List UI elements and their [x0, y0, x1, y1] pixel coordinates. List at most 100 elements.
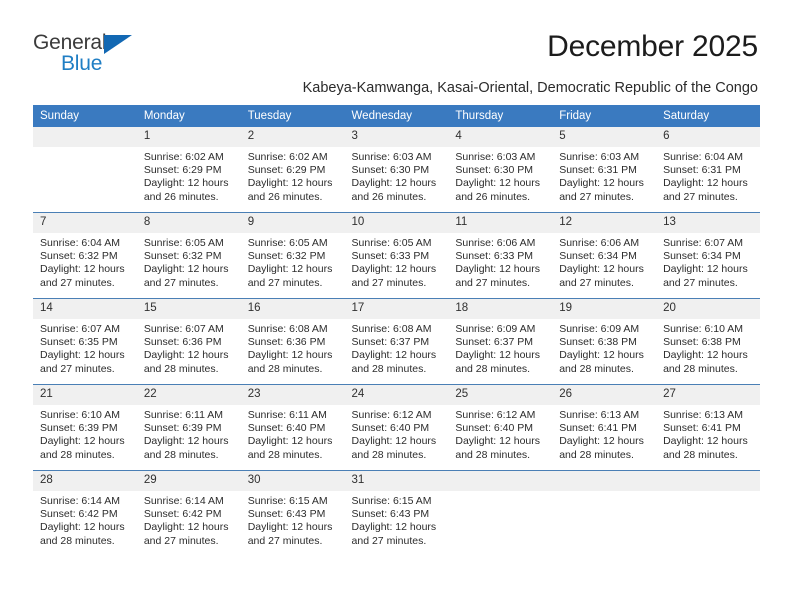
day-number: 2: [240, 127, 345, 147]
calendar-day-cell[interactable]: 13 Sunrise: 6:07 AM Sunset: 6:34 PM Dayligh…: [656, 212, 760, 299]
daylight-duration-line1: Daylight: 12 hours: [247, 177, 333, 190]
day-number: 4: [448, 127, 553, 147]
calendar-day-cell[interactable]: 30 Sunrise: 6:15 AM Sunset: 6:43 PM Dayligh…: [240, 470, 345, 556]
calendar-day-cell[interactable]: 25 Sunrise: 6:12 AM Sunset: 6:40 PM Dayligh…: [448, 384, 553, 471]
daylight-duration-line1: Daylight: 12 hours: [455, 263, 541, 276]
day-details: Sunrise: 6:05 AM Sunset: 6:32 PM Daylight:…: [241, 233, 345, 298]
daylight-duration-line2: and 26 minutes.: [247, 190, 323, 203]
day-details: Sunrise: 6:05 AM Sunset: 6:32 PM Daylight:…: [137, 233, 241, 298]
calendar-day-cell[interactable]: 26 Sunrise: 6:13 AM Sunset: 6:41 PM Dayligh…: [552, 384, 657, 471]
calendar-cell-inner: [552, 471, 657, 556]
sunset-time: Sunset: 6:29 PM: [247, 164, 326, 177]
calendar-cell-inner: 31 Sunrise: 6:15 AM Sunset: 6:43 PM Dayligh…: [344, 471, 449, 556]
calendar-cell-inner: 19 Sunrise: 6:09 AM Sunset: 6:38 PM Dayligh…: [552, 299, 657, 384]
sunset-time: Sunset: 6:41 PM: [559, 422, 637, 435]
daylight-duration-line1: Daylight: 12 hours: [143, 435, 229, 448]
calendar-day-cell[interactable]: 1 Sunrise: 6:02 AM Sunset: 6:29 PM Daylight…: [136, 127, 241, 213]
calendar-day-cell[interactable]: 11 Sunrise: 6:06 AM Sunset: 6:33 PM Dayligh…: [448, 212, 553, 299]
calendar-cell-inner: 7 Sunrise: 6:04 AM Sunset: 6:32 PM Daylight…: [33, 213, 137, 298]
calendar-day-cell[interactable]: 16 Sunrise: 6:08 AM Sunset: 6:36 PM Dayligh…: [240, 298, 345, 385]
calendar-day-cell[interactable]: 10 Sunrise: 6:05 AM Sunset: 6:33 PM Dayligh…: [344, 212, 449, 299]
sunset-time: Sunset: 6:39 PM: [40, 422, 118, 435]
day-number: [656, 471, 760, 491]
day-details: Sunrise: 6:05 AM Sunset: 6:33 PM Daylight:…: [345, 233, 449, 298]
day-details: Sunrise: 6:03 AM Sunset: 6:30 PM Daylight:…: [448, 147, 552, 212]
daylight-duration-line2: and 28 minutes.: [455, 362, 531, 375]
calendar-day-cell[interactable]: 29 Sunrise: 6:14 AM Sunset: 6:42 PM Dayligh…: [136, 470, 241, 556]
calendar-day-cell[interactable]: 17 Sunrise: 6:08 AM Sunset: 6:37 PM Dayligh…: [344, 298, 449, 385]
day-details: Sunrise: 6:06 AM Sunset: 6:34 PM Daylight:…: [552, 233, 656, 298]
day-number: 25: [448, 385, 553, 405]
sunset-time: Sunset: 6:31 PM: [663, 164, 741, 177]
sunrise-time: Sunrise: 6:15 AM: [247, 495, 328, 507]
sunset-time: Sunset: 6:32 PM: [247, 250, 326, 263]
calendar-empty-cell: [33, 127, 137, 213]
calendar-day-cell[interactable]: 18 Sunrise: 6:09 AM Sunset: 6:37 PM Dayligh…: [448, 298, 553, 385]
generalblue-logo[interactable]: General Blue: [33, 32, 153, 74]
day-details: Sunrise: 6:03 AM Sunset: 6:31 PM Daylight:…: [552, 147, 656, 212]
calendar-cell-inner: [448, 471, 553, 556]
day-details: Sunrise: 6:14 AM Sunset: 6:42 PM Daylight:…: [33, 491, 137, 556]
daylight-duration-line1: Daylight: 12 hours: [559, 349, 644, 362]
calendar-cell-inner: 3 Sunrise: 6:03 AM Sunset: 6:30 PM Daylight…: [344, 127, 449, 212]
day-number: 30: [240, 471, 345, 491]
day-number: 26: [552, 385, 657, 405]
calendar-page: General Blue December 2025 Kabeya-Kamwan…: [0, 0, 792, 612]
calendar-cell-inner: [33, 127, 137, 212]
calendar-day-cell[interactable]: 9 Sunrise: 6:05 AM Sunset: 6:32 PM Daylight…: [240, 212, 345, 299]
calendar-day-cell[interactable]: 14 Sunrise: 6:07 AM Sunset: 6:35 PM Dayligh…: [33, 298, 137, 385]
daylight-duration-line1: Daylight: 12 hours: [40, 263, 125, 276]
sunset-time: Sunset: 6:42 PM: [40, 508, 118, 521]
calendar-cell-inner: 21 Sunrise: 6:10 AM Sunset: 6:39 PM Dayligh…: [33, 385, 137, 470]
calendar-day-cell[interactable]: 31 Sunrise: 6:15 AM Sunset: 6:43 PM Dayligh…: [344, 470, 449, 556]
daylight-duration-line2: and 26 minutes.: [143, 190, 219, 203]
sunset-time: Sunset: 6:34 PM: [663, 250, 741, 263]
calendar-day-cell[interactable]: 5 Sunrise: 6:03 AM Sunset: 6:31 PM Daylight…: [552, 127, 657, 213]
daylight-duration-line1: Daylight: 12 hours: [143, 263, 229, 276]
sunset-time: Sunset: 6:33 PM: [351, 250, 430, 263]
sunset-time: Sunset: 6:40 PM: [351, 422, 430, 435]
calendar-day-cell[interactable]: 2 Sunrise: 6:02 AM Sunset: 6:29 PM Daylight…: [240, 127, 345, 213]
calendar-day-cell[interactable]: 6 Sunrise: 6:04 AM Sunset: 6:31 PM Daylight…: [656, 127, 760, 213]
daylight-duration-line1: Daylight: 12 hours: [351, 263, 437, 276]
calendar-day-cell[interactable]: 3 Sunrise: 6:03 AM Sunset: 6:30 PM Daylight…: [344, 127, 449, 213]
calendar-day-cell[interactable]: 4 Sunrise: 6:03 AM Sunset: 6:30 PM Daylight…: [448, 127, 553, 213]
sunset-time: Sunset: 6:31 PM: [559, 164, 637, 177]
calendar-day-cell[interactable]: 12 Sunrise: 6:06 AM Sunset: 6:34 PM Dayligh…: [552, 212, 657, 299]
calendar-day-cell[interactable]: 28 Sunrise: 6:14 AM Sunset: 6:42 PM Dayligh…: [33, 470, 137, 556]
calendar-day-cell[interactable]: 19 Sunrise: 6:09 AM Sunset: 6:38 PM Dayligh…: [552, 298, 657, 385]
sunset-time: Sunset: 6:30 PM: [351, 164, 430, 177]
sunset-time: Sunset: 6:32 PM: [40, 250, 118, 263]
sunrise-time: Sunrise: 6:11 AM: [143, 409, 224, 421]
sunrise-time: Sunrise: 6:13 AM: [559, 409, 640, 421]
calendar-cell-inner: 29 Sunrise: 6:14 AM Sunset: 6:42 PM Dayligh…: [136, 471, 241, 556]
daylight-duration-line2: and 27 minutes.: [559, 276, 634, 289]
daylight-duration-line2: and 27 minutes.: [143, 534, 219, 547]
day-number: 28: [33, 471, 137, 491]
calendar-day-cell[interactable]: 21 Sunrise: 6:10 AM Sunset: 6:39 PM Dayligh…: [33, 384, 137, 471]
calendar-day-cell[interactable]: 23 Sunrise: 6:11 AM Sunset: 6:40 PM Dayligh…: [240, 384, 345, 471]
sunrise-time: Sunrise: 6:02 AM: [143, 151, 224, 163]
day-number: 15: [136, 299, 241, 319]
daylight-duration-line1: Daylight: 12 hours: [455, 177, 541, 190]
calendar-cell-inner: 8 Sunrise: 6:05 AM Sunset: 6:32 PM Daylight…: [136, 213, 241, 298]
daylight-duration-line2: and 27 minutes.: [40, 362, 115, 375]
calendar-day-cell[interactable]: 22 Sunrise: 6:11 AM Sunset: 6:39 PM Dayligh…: [136, 384, 241, 471]
column-header-wednesday: Wednesday: [344, 105, 449, 127]
logo-text-blue: Blue: [61, 52, 103, 75]
calendar-day-cell[interactable]: 15 Sunrise: 6:07 AM Sunset: 6:36 PM Dayligh…: [136, 298, 241, 385]
daylight-duration-line1: Daylight: 12 hours: [663, 349, 748, 362]
calendar-day-cell[interactable]: 20 Sunrise: 6:10 AM Sunset: 6:38 PM Dayligh…: [656, 298, 760, 385]
sunrise-time: Sunrise: 6:10 AM: [40, 409, 120, 421]
day-details: Sunrise: 6:09 AM Sunset: 6:37 PM Daylight:…: [448, 319, 552, 384]
sunset-time: Sunset: 6:33 PM: [455, 250, 534, 263]
calendar-day-cell[interactable]: 7 Sunrise: 6:04 AM Sunset: 6:32 PM Daylight…: [33, 212, 137, 299]
daylight-duration-line1: Daylight: 12 hours: [663, 177, 748, 190]
calendar-day-cell[interactable]: 27 Sunrise: 6:13 AM Sunset: 6:41 PM Dayligh…: [656, 384, 760, 471]
calendar-day-cell[interactable]: 8 Sunrise: 6:05 AM Sunset: 6:32 PM Daylight…: [136, 212, 241, 299]
day-number: 12: [552, 213, 657, 233]
sunset-time: Sunset: 6:38 PM: [663, 336, 741, 349]
calendar-day-cell[interactable]: 24 Sunrise: 6:12 AM Sunset: 6:40 PM Dayligh…: [344, 384, 449, 471]
sunrise-time: Sunrise: 6:08 AM: [247, 323, 328, 335]
calendar-week-row: 28 Sunrise: 6:14 AM Sunset: 6:42 PM Dayligh…: [33, 470, 760, 556]
